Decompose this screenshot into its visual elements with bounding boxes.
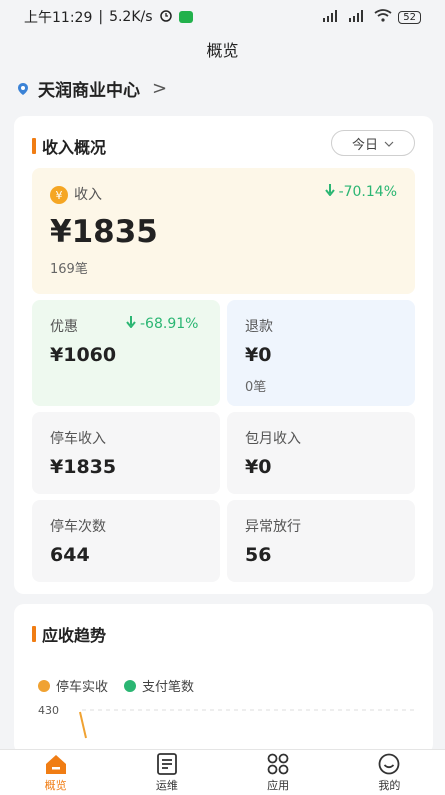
refund-tile[interactable]: 退款 ¥0 0笔: [227, 300, 415, 406]
chevron-right-icon: >: [152, 77, 168, 99]
income-count: 169笔: [50, 262, 88, 277]
location-name: 天润商业中心: [38, 80, 140, 101]
battery-icon: 52: [398, 10, 421, 24]
income-overview-heading: 收入概况: [32, 134, 106, 158]
date-range-select[interactable]: 今日: [331, 130, 415, 156]
parking-income-tile[interactable]: 停车收入 ¥1835: [32, 412, 220, 494]
discount-trend-value: -68.91%: [140, 316, 199, 332]
parking-count-tile[interactable]: 停车次数 644: [32, 500, 220, 582]
refund-label: 退款: [245, 319, 273, 335]
discount-value: ¥1060: [50, 344, 117, 366]
chevron-down-icon: [384, 136, 394, 151]
bottom-tab-bar: 概览 运维 应用 我的: [0, 749, 445, 795]
signal-icon-2: [348, 9, 368, 25]
status-separator: |: [98, 9, 104, 25]
revenue-trend-heading: 应收趋势: [32, 622, 106, 646]
accent-bar: [32, 626, 36, 642]
income-amount: ¥1835: [50, 214, 158, 250]
smile-icon: [378, 753, 400, 774]
location-selector[interactable]: 天润商业中心 >: [16, 74, 167, 102]
chart-legend: 停车实收 支付笔数: [38, 676, 194, 695]
legend-item-parking-revenue[interactable]: 停车实收: [38, 676, 108, 695]
tab-apps[interactable]: 应用: [223, 750, 334, 795]
page-title: 概览: [206, 41, 239, 60]
income-summary[interactable]: ¥ 收入 -70.14% ¥1835 169笔: [32, 168, 415, 294]
revenue-trend-card: 应收趋势 停车实收 支付笔数 430: [14, 604, 433, 754]
abnormal-release-label: 异常放行: [245, 519, 301, 535]
status-time: 上午11:29: [24, 10, 93, 26]
tab-label: 概览: [44, 778, 67, 792]
home-icon: [45, 754, 66, 774]
legend-item-payment-count[interactable]: 支付笔数: [124, 676, 194, 695]
legend-label: 停车实收: [56, 680, 109, 695]
income-trend-value: -70.14%: [338, 184, 397, 200]
arrow-down-icon: [324, 184, 335, 200]
nav-bar: 概览: [0, 34, 445, 64]
discount-trend: -68.91%: [126, 316, 198, 332]
wifi-icon: [374, 9, 392, 25]
tab-label: 运维: [155, 778, 178, 792]
accent-bar: [32, 138, 36, 154]
status-right: 52: [322, 9, 421, 25]
tab-profile[interactable]: 我的: [334, 750, 445, 795]
grid-icon: [267, 753, 289, 774]
tab-overview[interactable]: 概览: [0, 750, 111, 795]
trend-chart-svg: 430: [38, 704, 414, 739]
discount-label: 优惠: [50, 319, 78, 335]
income-overview-title: 收入概况: [42, 138, 107, 157]
refund-value: ¥0: [245, 344, 272, 366]
y-tick-label: 430: [38, 704, 59, 717]
arrow-down-icon: [126, 316, 136, 332]
tab-label: 我的: [378, 778, 401, 792]
yen-coin-icon: ¥: [50, 186, 68, 204]
parking-income-value: ¥1835: [50, 456, 117, 478]
trend-chart: 430: [14, 700, 433, 754]
income-label: 收入: [74, 187, 102, 203]
parking-income-label: 停车收入: [50, 431, 106, 447]
abnormal-release-value: 56: [245, 544, 272, 566]
abnormal-release-tile[interactable]: 异常放行 56: [227, 500, 415, 582]
date-range-value: 今日: [351, 137, 378, 153]
series-line-parking-revenue: [79, 711, 87, 739]
wechat-icon: [178, 11, 193, 23]
legend-dot-orange: [38, 679, 50, 692]
parking-count-label: 停车次数: [50, 519, 106, 535]
status-bar: 上午11:29 | 5.2K/s 52: [0, 0, 445, 34]
monthly-income-label: 包月收入: [245, 431, 301, 447]
monthly-income-tile[interactable]: 包月收入 ¥0: [227, 412, 415, 494]
alarm-icon: [159, 8, 173, 26]
refund-count: 0笔: [245, 380, 267, 395]
monthly-income-value: ¥0: [245, 456, 272, 478]
income-trend: -70.14%: [324, 184, 397, 200]
legend-label: 支付笔数: [142, 680, 195, 695]
clipboard-icon: [156, 752, 177, 775]
status-speed: 5.2K/s: [109, 9, 153, 25]
location-pin-icon: [16, 81, 30, 95]
tab-operations[interactable]: 运维: [111, 750, 222, 795]
status-left: 上午11:29 | 5.2K/s: [24, 7, 193, 27]
legend-dot-green: [124, 679, 137, 692]
discount-tile[interactable]: 优惠 -68.91% ¥1060: [32, 300, 220, 406]
signal-icon: [322, 9, 342, 25]
revenue-trend-title: 应收趋势: [42, 626, 107, 645]
tab-label: 应用: [267, 778, 290, 792]
parking-count-value: 644: [50, 544, 90, 566]
income-overview-card: 收入概况 今日 ¥ 收入 -70.14% ¥1835 169笔 优惠 -68.9…: [14, 116, 433, 594]
